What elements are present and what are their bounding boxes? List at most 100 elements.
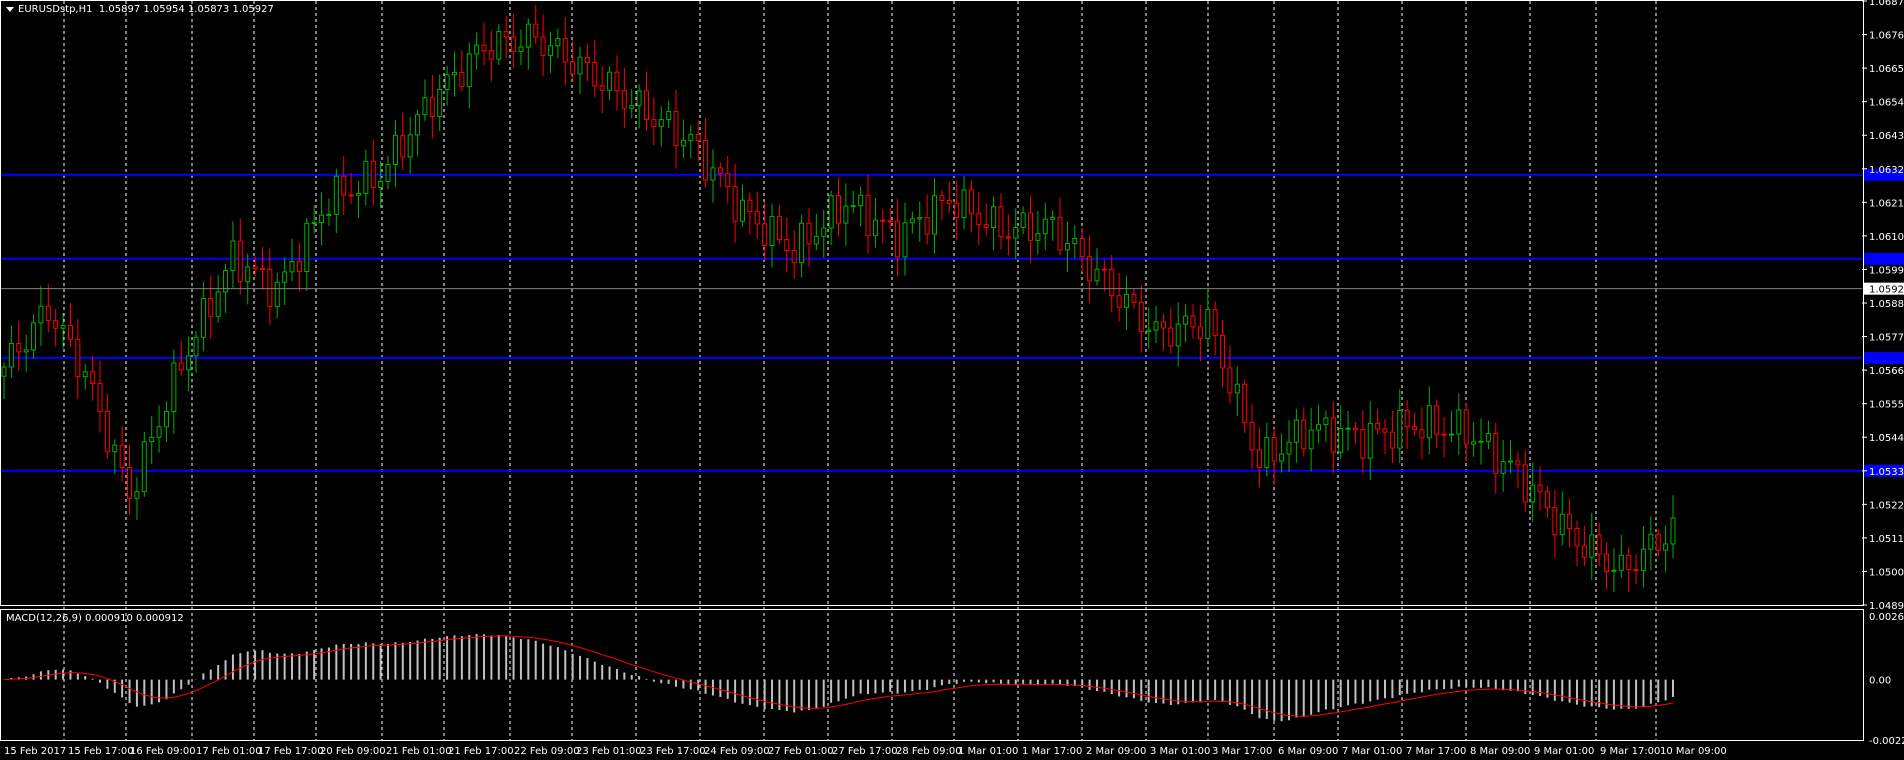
- price-label: 1.06760: [1869, 31, 1904, 42]
- candle-body: [725, 173, 731, 188]
- candle-body: [38, 305, 44, 324]
- candle-body: [629, 105, 635, 109]
- candle-body: [208, 297, 214, 317]
- candle-body: [1330, 417, 1336, 453]
- candle-body: [363, 160, 369, 194]
- time-label: 10 Mar 09:00: [1660, 746, 1727, 757]
- candle-body: [407, 134, 413, 158]
- candle-body: [961, 189, 967, 219]
- candle-body: [474, 44, 480, 55]
- candle-body: [880, 219, 886, 222]
- candle-body: [252, 266, 258, 270]
- price-label: 1.05660: [1869, 366, 1904, 377]
- candle-body: [1389, 431, 1395, 449]
- candle-body: [813, 235, 819, 245]
- candle-body: [67, 324, 73, 340]
- candle-body: [976, 212, 982, 226]
- candle-body: [466, 53, 472, 88]
- time-label: 23 Feb 01:00: [576, 746, 642, 757]
- candle-body: [289, 260, 295, 273]
- macd-panel-frame: [0, 609, 1864, 741]
- current-price-label: 1.05927: [1869, 285, 1904, 296]
- price-label: 1.04890: [1869, 601, 1904, 612]
- candle-body: [555, 38, 561, 47]
- candle-body: [1131, 293, 1137, 303]
- candle-body: [1205, 308, 1211, 339]
- candle-body: [784, 239, 790, 252]
- time-axis[interactable]: 15 Feb 2017 15 Feb 17:0016 Feb 09:00 17 Fe…: [4, 746, 1727, 757]
- candle-body: [547, 45, 553, 56]
- candle-body: [296, 260, 302, 272]
- candle-body: [776, 216, 782, 241]
- candle-body: [444, 74, 450, 91]
- macd-histogram: [10, 634, 1675, 722]
- candle-body: [636, 90, 642, 107]
- candle-body: [836, 195, 842, 224]
- macd-panel[interactable]: [0, 609, 1864, 741]
- time-label: 20 Feb 09:00: [320, 746, 386, 757]
- candle-body: [666, 111, 672, 121]
- price-axis[interactable]: 1.06870 1.06760 1.06650 1.06540 1.06430 1.063…: [1862, 0, 1904, 612]
- candle-body: [16, 342, 22, 353]
- candle-body: [319, 214, 325, 224]
- candle-body: [954, 202, 960, 219]
- candle-body: [1256, 449, 1262, 468]
- candle-body: [1005, 236, 1011, 239]
- candle-body: [865, 194, 871, 237]
- time-label: 22 Feb 09:00: [514, 746, 580, 757]
- price-label: 1.06100: [1869, 232, 1904, 243]
- symbol-header[interactable]: EURUSDstp,H1 1.05897 1.05954 1.05873 1.0…: [6, 4, 274, 15]
- symbol-label: EURUSDstp,H1: [18, 4, 93, 15]
- macd-indicator-label: MACD(12,26,9) 0.000910 0.000912: [6, 613, 184, 624]
- horizontal-levels[interactable]: [1, 168, 1904, 477]
- candle-body: [1094, 268, 1100, 282]
- candle-body: [1087, 256, 1093, 282]
- candle-body: [1042, 218, 1048, 235]
- candle-body: [1463, 409, 1469, 445]
- price-label: 1.06540: [1869, 98, 1904, 109]
- price-label: 1.05440: [1869, 433, 1904, 444]
- candle-body: [828, 195, 834, 229]
- candle-body: [1640, 548, 1646, 572]
- dropdown-triangle-icon[interactable]: [6, 6, 14, 12]
- candle-body: [75, 338, 81, 378]
- macd-axis-label: 0.00: [1869, 676, 1891, 687]
- candle-body: [1426, 405, 1432, 439]
- candle-body: [1028, 212, 1034, 241]
- candle-body: [134, 491, 140, 499]
- candle-body: [1338, 427, 1344, 453]
- chart-canvas[interactable]: 1.06870 1.06760 1.06650 1.06540 1.06430 1.063…: [0, 0, 1904, 760]
- price-panel[interactable]: [0, 0, 1904, 741]
- candle-body: [511, 36, 517, 52]
- time-label: 3 Mar 17:00: [1212, 746, 1272, 757]
- candle-body: [747, 199, 753, 213]
- macd-axis[interactable]: 0.002619 0.00 -0.002272: [1869, 612, 1904, 747]
- candle-body: [540, 36, 546, 56]
- candle-body: [740, 199, 745, 222]
- candle-body: [163, 411, 169, 428]
- candle-body: [333, 175, 339, 215]
- price-label: 1.06650: [1869, 64, 1904, 75]
- candle-body: [326, 213, 332, 216]
- candle-body: [1020, 212, 1026, 229]
- candle-body: [533, 23, 539, 38]
- candle-body: [939, 195, 945, 201]
- candle-body: [1574, 528, 1580, 547]
- candle-body: [843, 205, 849, 224]
- price-label: 1.06320: [1869, 165, 1904, 176]
- candle-body: [703, 139, 709, 181]
- candle-body: [31, 322, 37, 351]
- candle-body: [1212, 308, 1218, 336]
- candle-body: [1057, 216, 1063, 251]
- candle-body: [1101, 268, 1107, 271]
- candle-body: [946, 199, 952, 204]
- candle-body: [1153, 321, 1159, 331]
- time-label: 21 Feb 17:00: [448, 746, 514, 757]
- candle-body: [762, 223, 768, 247]
- time-label: 15 Feb 17:00: [68, 746, 134, 757]
- time-label: 21 Feb 01:00: [386, 746, 452, 757]
- candle-body: [525, 23, 531, 48]
- candle-body: [1626, 554, 1632, 570]
- candle-body: [1227, 367, 1233, 394]
- candle-body: [1618, 554, 1624, 571]
